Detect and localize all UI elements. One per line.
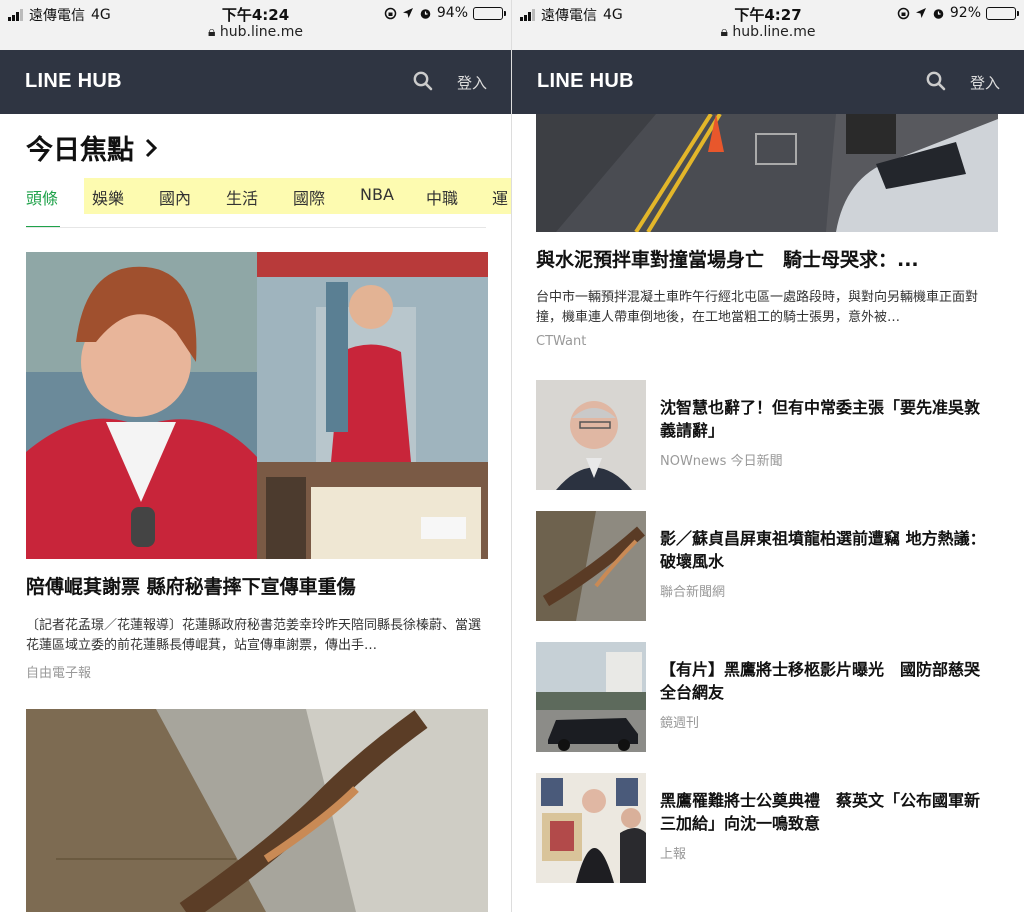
line-hub-logo[interactable]: LINE HUB <box>537 70 634 93</box>
tab-entertainment[interactable]: 娛樂 <box>92 185 124 209</box>
list-item[interactable]: 影／蘇貞昌屏東祖墳龍柏選前遭竊 地方熱議：破壞風水 聯合新聞網 <box>536 511 998 621</box>
top-article-title[interactable]: 與水泥預拌車對撞當場身亡 騎士母哭求：... <box>536 247 1006 273</box>
list-item-source: 聯合新聞網 <box>660 585 726 600</box>
category-tabs: 頭條 娛樂 國內 生活 國際 NBA 中職 運 <box>26 178 511 228</box>
featured-photo-collage <box>26 252 488 559</box>
top-article-image[interactable] <box>536 114 998 232</box>
login-button[interactable]: 登入 <box>970 72 1000 93</box>
status-bar: 遠傳電信 4G 下午4:24 94% 🔒︎ hub.line.me <box>0 0 511 50</box>
rotation-lock-icon <box>897 7 910 19</box>
list-item-title: 【有片】黑鷹將士移柩影片曝光 國防部慈哭全台網友 <box>660 660 981 702</box>
featured-article-summary: 〔記者花孟璟／花蓮報導〕花蓮縣政府秘書范姜幸玲昨天陪同縣長徐榛蔚、當選花蓮區域立… <box>26 618 482 653</box>
alarm-icon <box>420 8 431 19</box>
second-article-image[interactable] <box>26 709 488 912</box>
list-item-title: 影／蘇貞昌屏東祖墳龍柏選前遭竊 地方熱議：破壞風水 <box>660 529 986 571</box>
lock-icon: 🔒︎ <box>720 24 728 40</box>
lock-icon: 🔒︎ <box>208 24 216 40</box>
location-icon <box>915 8 926 18</box>
url-text: hub.line.me <box>732 24 816 40</box>
chevron-right-icon <box>145 138 158 157</box>
tab-international[interactable]: 國際 <box>293 185 325 209</box>
status-right: 92% <box>897 5 1019 21</box>
url-bar[interactable]: 🔒︎ hub.line.me <box>0 24 511 40</box>
battery-icon <box>473 6 506 20</box>
list-item-title: 沈智慧也辭了！但有中常委主張「要先准吳敦義請辭」 <box>660 398 981 440</box>
app-header: LINE HUB 登入 <box>0 50 511 114</box>
login-button[interactable]: 登入 <box>457 72 487 93</box>
app-header: LINE HUB 登入 <box>512 50 1024 114</box>
list-item[interactable]: 沈智慧也辭了！但有中常委主張「要先准吳敦義請辭」 NOWnews 今日新聞 <box>536 380 998 490</box>
url-bar[interactable]: 🔒︎ hub.line.me <box>512 24 1024 40</box>
list-item[interactable]: 【有片】黑鷹將士移柩影片曝光 國防部慈哭全台網友 鏡週刊 <box>536 642 998 752</box>
left-screenshot: 遠傳電信 4G 下午4:24 94% 🔒︎ hub.line.me LINE H… <box>0 0 511 912</box>
section-title-text: 今日焦點 <box>26 135 134 166</box>
section-title[interactable]: 今日焦點 <box>26 128 158 167</box>
right-screenshot: 遠傳電信 4G 下午4:27 92% 🔒︎ hub.line.me LINE H… <box>512 0 1024 912</box>
location-icon <box>402 8 413 18</box>
tab-domestic[interactable]: 國內 <box>159 185 191 209</box>
thumbnail-photo <box>536 642 646 752</box>
thumbnail-photo <box>536 511 646 621</box>
top-article-summary: 台中市一輛預拌混凝土車昨午行經北屯區一處路段時，與對向另輛機車正面對撞，機車連人… <box>536 290 979 325</box>
battery-percent: 92% <box>949 5 981 21</box>
featured-article-source: 自由電子報 <box>26 666 92 681</box>
tab-life[interactable]: 生活 <box>226 185 258 209</box>
list-item-source: NOWnews 今日新聞 <box>660 454 783 469</box>
url-text: hub.line.me <box>219 24 303 40</box>
list-item-title: 黑鷹罹難將士公奠典禮 蔡英文「公布國軍新三加給」向沈一鳴致意 <box>660 791 981 833</box>
tree-photo <box>26 709 488 912</box>
thumbnail-photo <box>536 380 646 490</box>
tab-sports[interactable]: 運 <box>492 185 508 209</box>
search-icon[interactable] <box>926 71 946 91</box>
tab-cpbl[interactable]: 中職 <box>426 185 458 209</box>
list-item[interactable]: 黑鷹罹難將士公奠典禮 蔡英文「公布國軍新三加給」向沈一鳴致意 上報 <box>536 773 998 883</box>
battery-icon <box>986 6 1019 20</box>
battery-percent: 94% <box>436 5 468 21</box>
tabs-divider <box>26 227 486 228</box>
article-thumbnail <box>536 511 646 621</box>
article-thumbnail <box>536 642 646 752</box>
status-right: 94% <box>384 5 506 21</box>
top-article-source: CTWant <box>536 334 587 349</box>
alarm-icon <box>933 8 944 19</box>
featured-image[interactable] <box>26 252 488 559</box>
featured-article-title[interactable]: 陪傅崐萁謝票 縣府秘書摔下宣傳車重傷 <box>26 574 496 600</box>
search-icon[interactable] <box>413 71 433 91</box>
line-hub-logo[interactable]: LINE HUB <box>25 70 122 93</box>
thumbnail-photo <box>536 773 646 883</box>
tab-headline[interactable]: 頭條 <box>26 185 58 209</box>
road-photo <box>536 114 998 232</box>
list-item-source: 鏡週刊 <box>660 716 700 731</box>
rotation-lock-icon <box>384 7 397 19</box>
tab-nba[interactable]: NBA <box>360 185 394 204</box>
status-bar: 遠傳電信 4G 下午4:27 92% 🔒︎ hub.line.me <box>512 0 1024 50</box>
list-item-source: 上報 <box>660 847 687 862</box>
article-thumbnail <box>536 380 646 490</box>
article-thumbnail <box>536 773 646 883</box>
